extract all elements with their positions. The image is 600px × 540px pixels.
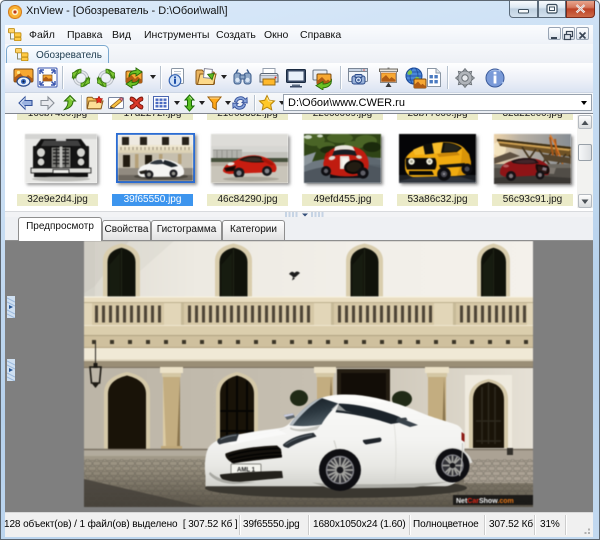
svg-text:NetCarShow.com: NetCarShow.com [456, 498, 514, 505]
